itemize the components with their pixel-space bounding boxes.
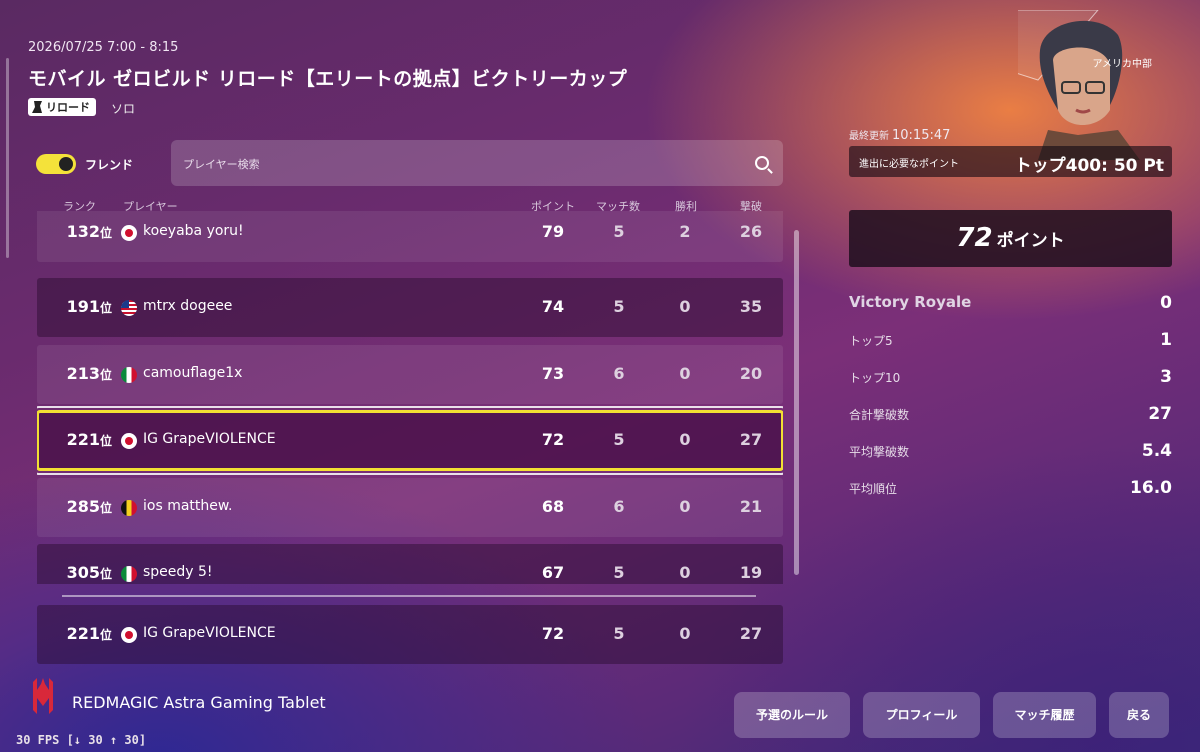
row-points: 68 <box>541 497 565 516</box>
row-rank: 221位 <box>66 624 112 643</box>
row-eliminations: 19 <box>739 563 763 582</box>
player-name: IG GrapeVIOLENCE <box>143 431 276 447</box>
qualifier-rules-button[interactable]: 予選のルール <box>734 692 850 738</box>
table-row[interactable]: 213位 camouflage1x 73 6 0 20 <box>37 345 783 404</box>
total-points-value: 72 <box>956 223 993 253</box>
mode-sub-label: ソロ <box>111 102 136 116</box>
row-rank: 213位 <box>66 364 112 383</box>
qualification-points-bar: 進出に必要なポイント トップ400: 50 Pt <box>849 146 1172 177</box>
table-row[interactable]: 285位 ios matthew. 68 6 0 21 <box>37 478 783 537</box>
row-eliminations: 26 <box>739 222 763 241</box>
row-wins: 0 <box>679 563 691 582</box>
flag-italy-icon <box>121 566 137 582</box>
event-date: 2026/07/25 7:00 - 8:15 <box>28 40 179 55</box>
fps-counter: 30 FPS [↓ 30 ↑ 30] <box>16 733 147 747</box>
player-name: camouflage1x <box>143 365 243 381</box>
flag-japan-icon <box>121 433 137 449</box>
row-wins: 0 <box>679 297 691 316</box>
row-matches: 5 <box>613 624 625 643</box>
device-brand: REDMAGIC Astra Gaming Tablet <box>72 693 326 712</box>
row-matches: 5 <box>613 297 625 316</box>
row-rank: 285位 <box>66 497 112 516</box>
flag-japan-icon <box>121 627 137 643</box>
row-rank: 191位 <box>66 297 112 316</box>
search-icon[interactable] <box>755 156 769 170</box>
leaderboard-scrollbar[interactable] <box>794 230 799 575</box>
table-row-current-player[interactable]: 221位 IG GrapeVIOLENCE 72 5 0 27 <box>37 406 783 475</box>
row-wins: 0 <box>679 624 691 643</box>
flag-japan-icon <box>121 225 137 241</box>
row-eliminations: 21 <box>739 497 763 516</box>
flag-italy-icon <box>121 367 137 383</box>
total-points-unit: ポイント <box>996 231 1065 251</box>
mode-badge-label: リロード <box>46 101 90 114</box>
row-eliminations: 27 <box>739 624 763 643</box>
row-rank: 221位 <box>66 430 112 449</box>
row-eliminations: 20 <box>739 364 763 383</box>
character-portrait <box>1018 10 1140 160</box>
row-matches: 5 <box>613 222 625 241</box>
page-title: モバイル ゼロビルド リロード【エリートの拠点】ビクトリーカップ <box>28 68 628 90</box>
reload-icon <box>32 101 42 113</box>
row-wins: 2 <box>679 222 691 241</box>
player-search-input[interactable] <box>181 140 745 188</box>
toggle-knob <box>59 157 73 171</box>
last-updated: 最終更新 10:15:47 <box>849 128 951 143</box>
row-points: 74 <box>541 297 565 316</box>
region-label: アメリカ中部 <box>1092 59 1153 70</box>
row-points: 72 <box>541 430 565 449</box>
flag-belgium-icon <box>121 500 137 516</box>
friend-toggle-label: フレンド <box>85 158 134 172</box>
player-name: ios matthew. <box>143 498 233 514</box>
back-button[interactable]: 戻る <box>1109 692 1169 738</box>
row-wins: 0 <box>679 497 691 516</box>
match-history-button[interactable]: マッチ履歴 <box>993 692 1096 738</box>
player-name: speedy 5! <box>143 564 213 580</box>
row-points: 79 <box>541 222 565 241</box>
leaderboard-list[interactable]: 132位 koeyaba yoru! 79 5 2 26 191位 mtrx d… <box>37 211 783 584</box>
row-eliminations: 27 <box>739 430 763 449</box>
row-matches: 5 <box>613 563 625 582</box>
player-name: IG GrapeVIOLENCE <box>143 625 276 641</box>
row-matches: 5 <box>613 430 625 449</box>
flag-usa-icon <box>121 300 137 316</box>
mode-badge: リロード <box>28 98 96 116</box>
left-scroll-indicator <box>6 58 9 258</box>
row-eliminations: 35 <box>739 297 763 316</box>
needed-points-label: 進出に必要なポイント <box>859 159 959 170</box>
row-rank: 305位 <box>66 563 112 582</box>
row-points: 72 <box>541 624 565 643</box>
table-row[interactable]: 132位 koeyaba yoru! 79 5 2 26 <box>37 211 783 262</box>
pinned-divider <box>62 595 756 597</box>
row-points: 73 <box>541 364 565 383</box>
needed-points-value: トップ400: 50 Pt <box>1014 156 1164 176</box>
redmagic-logo-icon <box>33 678 53 714</box>
player-name: mtrx dogeee <box>143 298 233 314</box>
player-search[interactable] <box>171 140 783 188</box>
row-matches: 6 <box>613 364 625 383</box>
total-points-panel: 72 ポイント <box>849 210 1172 267</box>
table-row[interactable]: 305位 speedy 5! 67 5 0 19 <box>37 544 783 584</box>
table-row[interactable]: 191位 mtrx dogeee 74 5 0 35 <box>37 278 783 337</box>
friend-toggle[interactable] <box>36 154 76 174</box>
player-name: koeyaba yoru! <box>143 223 244 239</box>
row-rank: 132位 <box>66 222 112 241</box>
row-wins: 0 <box>679 364 691 383</box>
row-wins: 0 <box>679 430 691 449</box>
row-matches: 6 <box>613 497 625 516</box>
row-points: 67 <box>541 563 565 582</box>
profile-button[interactable]: プロフィール <box>863 692 980 738</box>
pinned-player-row[interactable]: 221位 IG GrapeVIOLENCE 72 5 0 27 <box>37 605 783 664</box>
